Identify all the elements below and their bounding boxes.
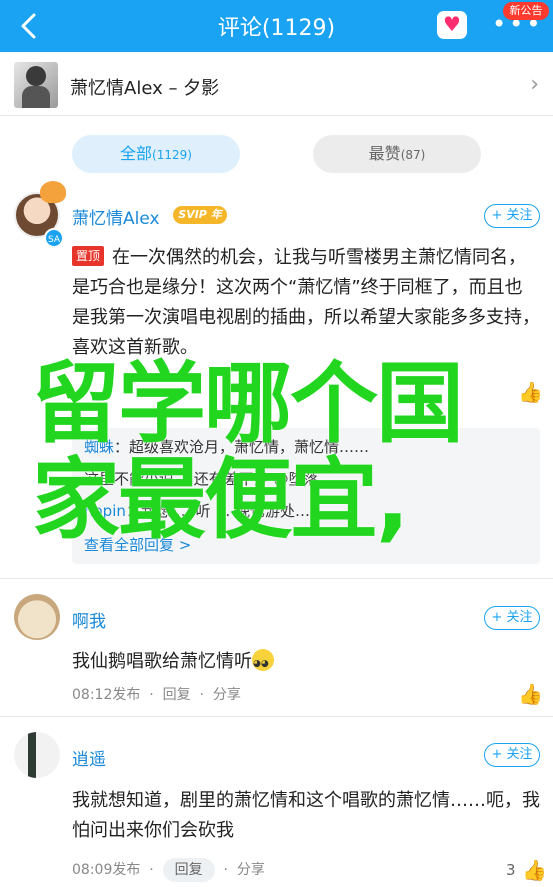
reply-item: hopin：我想 … 听 … 晚忆游处…: [84, 500, 310, 521]
follow-button[interactable]: + 关注: [484, 606, 540, 630]
heart-icon: ♥: [443, 12, 461, 36]
meta-dot: ·: [199, 687, 204, 703]
reply-text: 超级喜欢沧月，萧忆情，萧忆情……: [129, 438, 370, 456]
reply-separator: ：: [114, 438, 130, 456]
meta-dot: ·: [149, 687, 154, 703]
comment-username[interactable]: 啊我: [72, 607, 106, 632]
follow-button[interactable]: + 关注: [484, 204, 540, 228]
avatar-tag: SA: [44, 228, 64, 248]
avatar[interactable]: [14, 594, 60, 640]
top-bar: 评论(1129) ♥ ••• 新公告: [0, 0, 553, 52]
comment-text: 我就想知道，剧里的萧忆情和这个唱歌的萧忆情……呃，我怕问出来你们会砍我: [72, 786, 540, 846]
reply-author[interactable]: 蜘蛛: [84, 438, 114, 456]
comment-filter-bar: 全部(1129) 最赞(87): [0, 116, 553, 190]
reply-item: 蜘蛛：超级喜欢沧月，萧忆情，萧忆情……: [84, 436, 369, 457]
smiley-emoji-icon: [252, 649, 274, 679]
chevron-right-icon: ›: [530, 72, 539, 97]
share-button[interactable]: 分享: [237, 862, 265, 878]
comment-body: 我仙鹅唱歌给萧忆情听: [72, 651, 252, 672]
favorite-button[interactable]: ♥: [437, 11, 467, 39]
song-info-row[interactable]: 萧忆情Alex – 夕影 ›: [0, 52, 553, 116]
avatar[interactable]: [14, 732, 60, 778]
comment-body: 我就想知道，剧里的萧忆情和这个唱歌的萧忆情……呃，我怕问出来你们会砍我: [72, 790, 540, 841]
comment-time: 08:12发布: [72, 687, 141, 703]
avatar-decoration-icon: [40, 181, 66, 203]
tab-all-count: (1129): [152, 148, 192, 162]
svip-badge: SVIP 年: [173, 206, 227, 224]
meta-dot: ·: [223, 862, 228, 878]
divider: [0, 716, 553, 717]
tab-hot-count: (87): [400, 148, 426, 162]
view-all-replies-link[interactable]: 查看全部回复 >: [84, 534, 191, 555]
reply-button[interactable]: 回复: [163, 687, 191, 703]
follow-button[interactable]: + 关注: [484, 743, 540, 767]
tab-all-comments[interactable]: 全部(1129): [72, 135, 240, 173]
like-icon[interactable]: 👍: [518, 682, 543, 706]
comment-time: 08:09发布: [72, 862, 141, 878]
comment-text: 我仙鹅唱歌给萧忆情听: [72, 647, 540, 679]
pinned-badge: 置顶: [72, 246, 105, 266]
share-button[interactable]: 分享: [213, 687, 241, 703]
comment-username[interactable]: 逍遥: [72, 745, 106, 770]
reply-text: 我想 … 听 … 晚忆游处…: [140, 502, 310, 520]
reply-text: 这里不能小说 …还有差不多 @堕落: [84, 470, 319, 488]
like-icon[interactable]: 👍: [522, 858, 547, 882]
tab-hot-label: 最赞: [368, 144, 401, 163]
reply-item: 这里不能小说 …还有差不多 @堕落: [84, 468, 319, 489]
page-title: 评论(1129): [217, 16, 336, 41]
comment-meta: 08:09发布 · 回复 · 分享: [72, 858, 265, 882]
comment-username[interactable]: 萧忆情Alex: [72, 204, 160, 229]
like-count: 3: [506, 861, 516, 879]
reply-preview-box[interactable]: 蜘蛛：超级喜欢沧月，萧忆情，萧忆情…… 这里不能小说 …还有差不多 @堕落 ho…: [72, 428, 540, 564]
reply-button[interactable]: 回复: [162, 858, 215, 882]
comment-body: 在一次偶然的机会，让我与听雪楼男主萧忆情同名，是巧合也是缘分！这次两个“萧忆情”…: [72, 247, 540, 358]
song-cover-thumbnail: [14, 62, 58, 108]
comment-text: 置顶 在一次偶然的机会，让我与听雪楼男主萧忆情同名，是巧合也是缘分！这次两个“萧忆…: [72, 243, 540, 363]
tab-most-liked[interactable]: 最赞(87): [313, 135, 481, 173]
notice-badge[interactable]: 新公告: [503, 2, 549, 20]
comment-meta: 08:12发布 · 回复 · 分享: [72, 684, 241, 704]
divider: [0, 578, 553, 579]
reply-author[interactable]: hopin: [84, 502, 126, 520]
tab-all-label: 全部: [120, 144, 153, 163]
song-title: 萧忆情Alex – 夕影: [70, 78, 220, 99]
reply-separator: ：: [125, 502, 141, 520]
meta-dot: ·: [149, 862, 154, 878]
like-icon[interactable]: 👍: [518, 380, 543, 404]
